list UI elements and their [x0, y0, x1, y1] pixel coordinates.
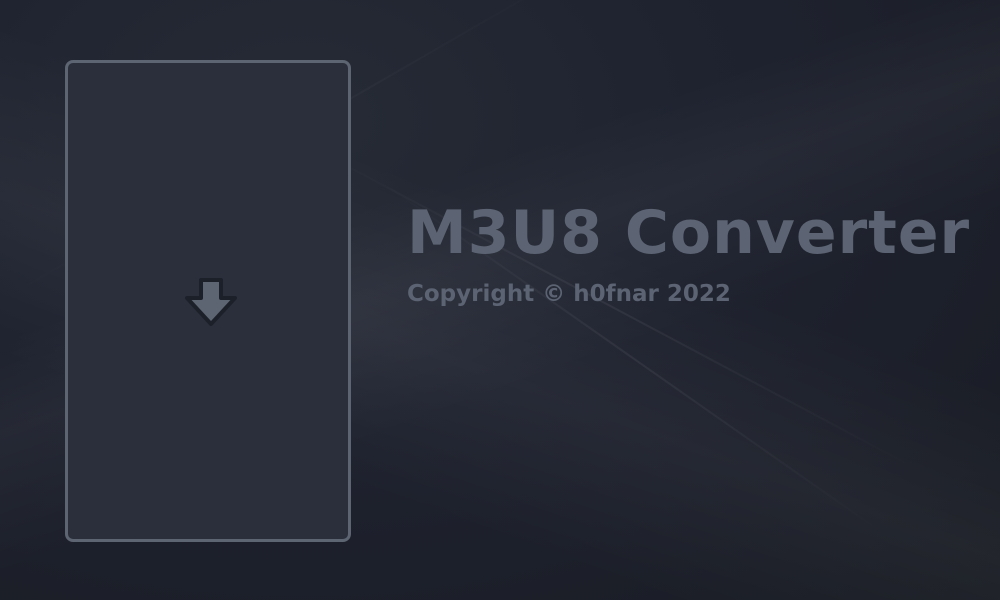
- background-streak: [499, 0, 971, 2]
- file-drop-zone[interactable]: [65, 60, 351, 542]
- copyright-text: Copyright © h0fnar 2022: [407, 281, 731, 307]
- download-arrow-icon: [185, 278, 237, 326]
- app-title: M3U8 Converter: [407, 198, 971, 268]
